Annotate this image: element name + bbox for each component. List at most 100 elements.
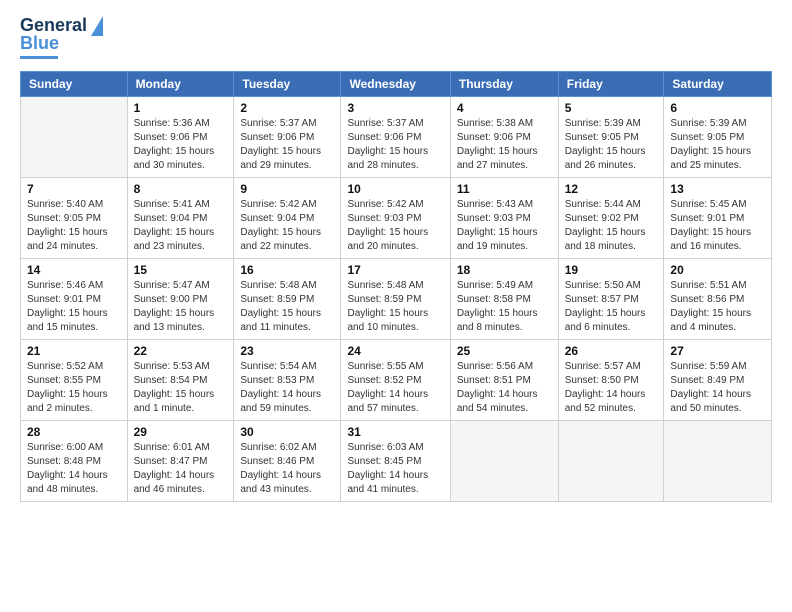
day-number: 15 [134,263,228,277]
calendar-cell: 17 Sunrise: 5:48 AM Sunset: 8:59 PM Dayli… [341,258,450,339]
day-number: 4 [457,101,552,115]
day-info: Sunrise: 6:00 AM Sunset: 8:48 PM Dayligh… [27,441,121,497]
day-number: 11 [457,182,552,196]
day-number: 18 [457,263,552,277]
calendar-cell: 13Sunrise: 5:45 AM Sunset: 9:01 PM Dayli… [664,177,772,258]
day-number: 17 [347,263,443,277]
day-number: 19 [565,263,658,277]
calendar-cell: 4 Sunrise: 5:38 AM Sunset: 9:06 PM Daylig… [450,96,558,177]
day-info: Sunrise: 5:47 AM Sunset: 9:00 PM Dayligh… [134,279,228,335]
weekday-header-thursday: Thursday [450,71,558,96]
day-number: 7 [27,182,121,196]
logo-text-blue: Blue [20,34,59,54]
day-info: Sunrise: 5:44 AM Sunset: 9:02 PM Dayligh… [565,198,658,254]
day-number: 2 [240,101,334,115]
calendar-cell: 30 Sunrise: 6:02 AM Sunset: 8:46 PM Dayli… [234,420,341,501]
day-info: Sunrise: 5:43 AM Sunset: 9:03 PM Dayligh… [457,198,552,254]
week-row-2: 7 Sunrise: 5:40 AM Sunset: 9:05 PM Daylig… [21,177,772,258]
day-info: Sunrise: 5:42 AM Sunset: 9:03 PM Dayligh… [347,198,443,254]
day-info: Sunrise: 5:37 AM Sunset: 9:06 PM Dayligh… [347,117,443,173]
day-info: Sunrise: 5:48 AM Sunset: 8:59 PM Dayligh… [347,279,443,335]
weekday-header-tuesday: Tuesday [234,71,341,96]
day-number: 9 [240,182,334,196]
day-number: 21 [27,344,121,358]
weekday-header-saturday: Saturday [664,71,772,96]
calendar-cell: 14 Sunrise: 5:46 AM Sunset: 9:01 PM Dayli… [21,258,128,339]
day-number: 13 [670,182,765,196]
header: General Blue [20,16,772,59]
day-info: Sunrise: 5:38 AM Sunset: 9:06 PM Dayligh… [457,117,552,173]
calendar-cell: 10 Sunrise: 5:42 AM Sunset: 9:03 PM Dayli… [341,177,450,258]
day-info: Sunrise: 5:59 AM Sunset: 8:49 PM Dayligh… [670,360,765,416]
calendar-cell [21,96,128,177]
calendar-cell: 21 Sunrise: 5:52 AM Sunset: 8:55 PM Dayli… [21,339,128,420]
calendar-cell: 23Sunrise: 5:54 AM Sunset: 8:53 PM Dayli… [234,339,341,420]
calendar-cell [558,420,664,501]
weekday-header-monday: Monday [127,71,234,96]
day-info: Sunrise: 6:02 AM Sunset: 8:46 PM Dayligh… [240,441,334,497]
calendar-cell: 24Sunrise: 5:55 AM Sunset: 8:52 PM Dayli… [341,339,450,420]
day-info: Sunrise: 5:49 AM Sunset: 8:58 PM Dayligh… [457,279,552,335]
calendar-cell: 26Sunrise: 5:57 AM Sunset: 8:50 PM Dayli… [558,339,664,420]
day-info: Sunrise: 5:57 AM Sunset: 8:50 PM Dayligh… [565,360,658,416]
week-row-4: 21 Sunrise: 5:52 AM Sunset: 8:55 PM Dayli… [21,339,772,420]
day-number: 22 [134,344,228,358]
day-number: 14 [27,263,121,277]
calendar-cell: 25 Sunrise: 5:56 AM Sunset: 8:51 PM Dayli… [450,339,558,420]
day-info: Sunrise: 5:39 AM Sunset: 9:05 PM Dayligh… [565,117,658,173]
day-number: 10 [347,182,443,196]
calendar-cell: 28 Sunrise: 6:00 AM Sunset: 8:48 PM Dayli… [21,420,128,501]
calendar-cell: 16Sunrise: 5:48 AM Sunset: 8:59 PM Dayli… [234,258,341,339]
day-info: Sunrise: 5:41 AM Sunset: 9:04 PM Dayligh… [134,198,228,254]
day-number: 31 [347,425,443,439]
calendar-cell [450,420,558,501]
calendar-cell: 5 Sunrise: 5:39 AM Sunset: 9:05 PM Daylig… [558,96,664,177]
day-info: Sunrise: 5:52 AM Sunset: 8:55 PM Dayligh… [27,360,121,416]
week-row-1: 1 Sunrise: 5:36 AM Sunset: 9:06 PM Daylig… [21,96,772,177]
calendar-cell: 9 Sunrise: 5:42 AM Sunset: 9:04 PM Daylig… [234,177,341,258]
day-info: Sunrise: 5:55 AM Sunset: 8:52 PM Dayligh… [347,360,443,416]
weekday-header-row: SundayMondayTuesdayWednesdayThursdayFrid… [21,71,772,96]
weekday-header-friday: Friday [558,71,664,96]
weekday-header-sunday: Sunday [21,71,128,96]
day-info: Sunrise: 5:42 AM Sunset: 9:04 PM Dayligh… [240,198,334,254]
day-number: 5 [565,101,658,115]
day-number: 3 [347,101,443,115]
day-number: 30 [240,425,334,439]
page: General Blue SundayMondayTuesdayWednesda… [0,0,792,612]
day-info: Sunrise: 5:56 AM Sunset: 8:51 PM Dayligh… [457,360,552,416]
day-info: Sunrise: 5:40 AM Sunset: 9:05 PM Dayligh… [27,198,121,254]
day-info: Sunrise: 5:39 AM Sunset: 9:05 PM Dayligh… [670,117,765,173]
calendar-cell: 29 Sunrise: 6:01 AM Sunset: 8:47 PM Dayli… [127,420,234,501]
day-info: Sunrise: 5:36 AM Sunset: 9:06 PM Dayligh… [134,117,228,173]
logo-bar [20,56,58,59]
day-number: 12 [565,182,658,196]
calendar-cell: 31Sunrise: 6:03 AM Sunset: 8:45 PM Dayli… [341,420,450,501]
logo-triangle-icon [91,16,103,36]
day-number: 1 [134,101,228,115]
day-info: Sunrise: 5:51 AM Sunset: 8:56 PM Dayligh… [670,279,765,335]
calendar-cell: 19Sunrise: 5:50 AM Sunset: 8:57 PM Dayli… [558,258,664,339]
day-number: 25 [457,344,552,358]
calendar-cell: 3 Sunrise: 5:37 AM Sunset: 9:06 PM Daylig… [341,96,450,177]
calendar-cell: 8 Sunrise: 5:41 AM Sunset: 9:04 PM Daylig… [127,177,234,258]
calendar-cell [664,420,772,501]
day-number: 28 [27,425,121,439]
day-number: 6 [670,101,765,115]
calendar-cell: 7 Sunrise: 5:40 AM Sunset: 9:05 PM Daylig… [21,177,128,258]
calendar-cell: 6 Sunrise: 5:39 AM Sunset: 9:05 PM Daylig… [664,96,772,177]
day-info: Sunrise: 6:01 AM Sunset: 8:47 PM Dayligh… [134,441,228,497]
day-number: 20 [670,263,765,277]
calendar-cell: 1 Sunrise: 5:36 AM Sunset: 9:06 PM Daylig… [127,96,234,177]
day-number: 27 [670,344,765,358]
day-number: 23 [240,344,334,358]
day-number: 8 [134,182,228,196]
day-number: 16 [240,263,334,277]
day-number: 29 [134,425,228,439]
day-info: Sunrise: 5:46 AM Sunset: 9:01 PM Dayligh… [27,279,121,335]
calendar-cell: 22Sunrise: 5:53 AM Sunset: 8:54 PM Dayli… [127,339,234,420]
weekday-header-wednesday: Wednesday [341,71,450,96]
week-row-3: 14 Sunrise: 5:46 AM Sunset: 9:01 PM Dayli… [21,258,772,339]
calendar: SundayMondayTuesdayWednesdayThursdayFrid… [20,71,772,502]
calendar-cell: 20 Sunrise: 5:51 AM Sunset: 8:56 PM Dayli… [664,258,772,339]
